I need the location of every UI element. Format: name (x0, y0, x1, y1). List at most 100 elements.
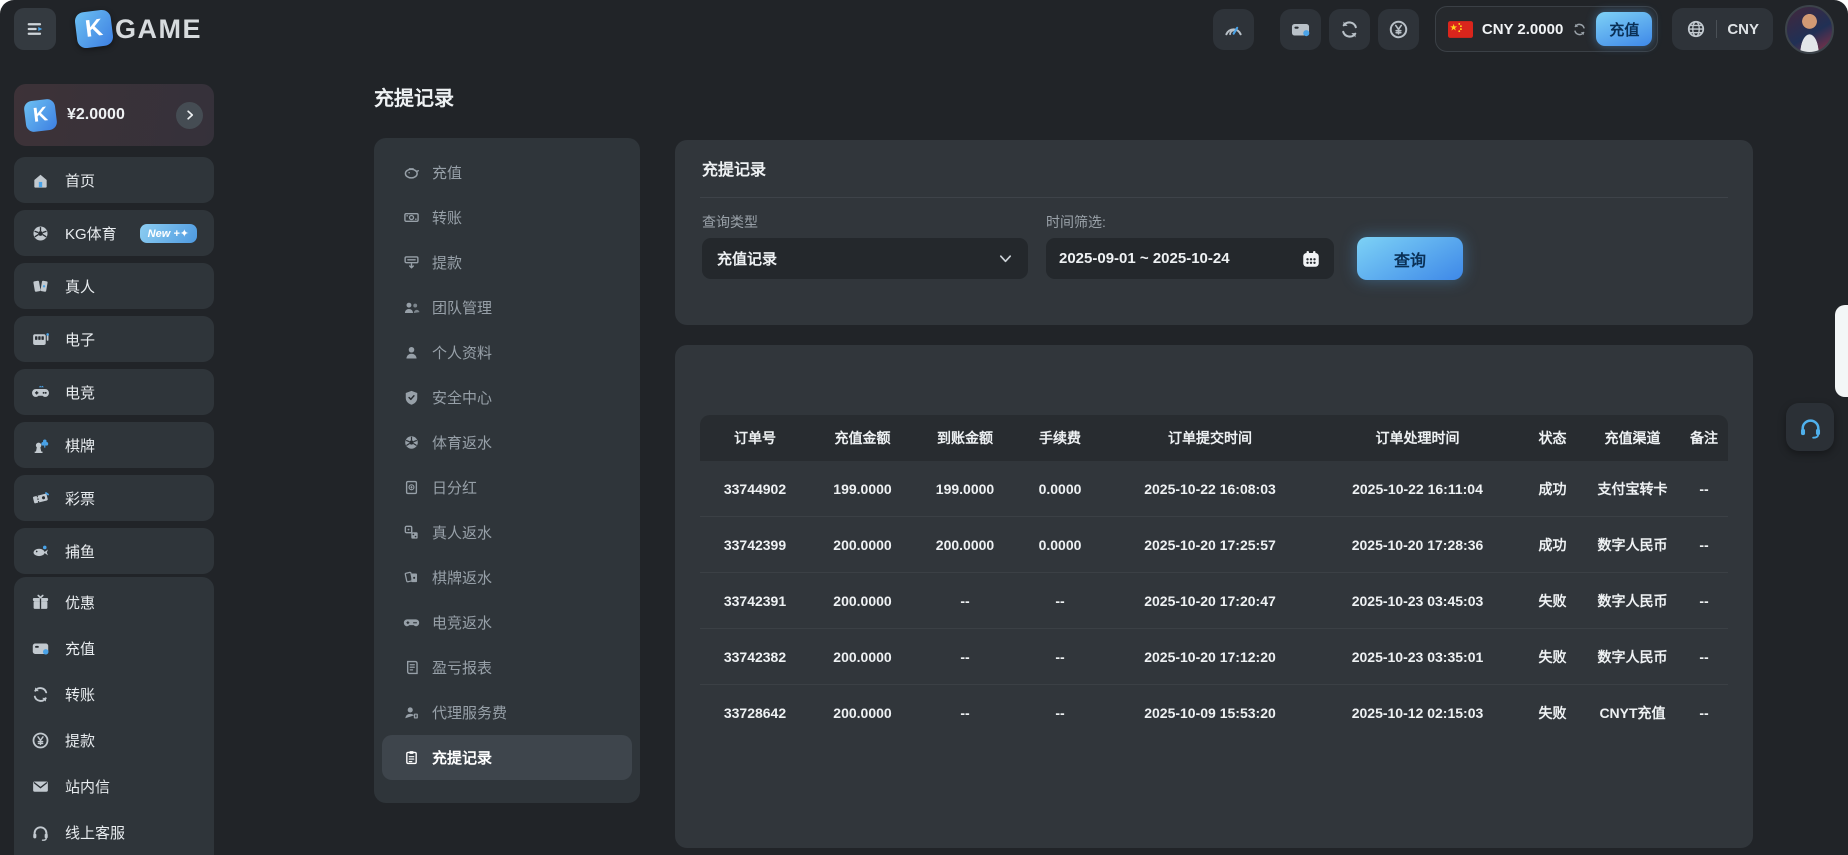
transfer-button[interactable] (1329, 9, 1370, 50)
header-actions: CNY 2.0000 充值 CNY (1205, 5, 1834, 54)
header-balance: CNY 2.0000 (1482, 21, 1563, 38)
account-menu-item[interactable]: 个人资料 (382, 330, 632, 375)
search-button[interactable]: 查询 (1357, 237, 1463, 280)
sidebar-item[interactable]: 棋牌 (14, 422, 214, 468)
account-menu-item-label: 代理服务费 (432, 702, 507, 723)
account-menu: 充值 转账 提款 团队管理 个人 (374, 138, 640, 803)
account-menu-item-label: 日分红 (432, 477, 477, 498)
sidebar-item[interactable]: 捕鱼 (14, 528, 214, 574)
cell-deposit-amount: 200.0000 (810, 537, 915, 553)
account-menu-item[interactable]: 真人返水 (382, 510, 632, 555)
cell-order-id: 33728642 (700, 705, 810, 721)
sidebar-item[interactable]: 提款 (14, 717, 214, 763)
account-menu-item-icon (403, 344, 420, 361)
brand-logo[interactable]: K GAME (76, 11, 202, 47)
account-menu-item-label: 充提记录 (432, 747, 492, 768)
account-menu-item-icon (403, 299, 420, 316)
sidebar-item-label: 优惠 (65, 592, 95, 613)
headset-icon (1798, 415, 1823, 440)
account-menu-item[interactable]: 体育返水 (382, 420, 632, 465)
recharge-button[interactable]: 充值 (1596, 12, 1652, 46)
brand-k-icon: K (74, 9, 114, 49)
date-range-value: 2025-09-01 ~ 2025-10-24 (1059, 250, 1230, 267)
sidebar-item[interactable]: 真人 (14, 263, 214, 309)
menu-toggle-button[interactable] (14, 8, 56, 50)
account-menu-item[interactable]: 棋牌返水 (382, 555, 632, 600)
sidebar-balance: ¥2.0000 (67, 106, 125, 124)
account-menu-item[interactable]: 充提记录 (382, 735, 632, 780)
side-drawer-handle[interactable] (1835, 305, 1848, 397)
sidebar-item[interactable]: 彩票 (14, 475, 214, 521)
table-header-row: 订单号 充值金额 到账金额 手续费 订单提交时间 订单处理时间 状态 充值渠道 … (700, 415, 1728, 461)
sidebar-item-icon (31, 639, 50, 658)
cell-remark: -- (1680, 481, 1728, 497)
account-menu-item[interactable]: 充值 (382, 150, 632, 195)
account-menu-item[interactable]: 安全中心 (382, 375, 632, 420)
language-currency-selector[interactable]: CNY (1672, 8, 1773, 50)
divider (1716, 20, 1717, 38)
sidebar-item[interactable]: 转账 (14, 671, 214, 717)
sidebar-item-label: 电子 (65, 329, 95, 350)
sidebar-item[interactable]: 电子 (14, 316, 214, 362)
table-row[interactable]: 33742382 200.0000 -- -- 2025-10-20 17:12… (700, 628, 1728, 684)
sidebar-balance-card[interactable]: K ¥2.0000 (14, 84, 214, 146)
date-range-input[interactable]: 2025-09-01 ~ 2025-10-24 (1046, 238, 1334, 279)
speed-button[interactable] (1213, 9, 1254, 50)
wallet-button[interactable] (1280, 9, 1321, 50)
account-menu-item-label: 提款 (432, 252, 462, 273)
sidebar-item[interactable]: 站内信 (14, 763, 214, 809)
account-menu-item[interactable]: 团队管理 (382, 285, 632, 330)
cell-deposit-amount: 199.0000 (810, 481, 915, 497)
cell-status: 失败 (1520, 703, 1585, 723)
account-menu-item-icon (403, 479, 420, 496)
table-row[interactable]: 33742391 200.0000 -- -- 2025-10-20 17:20… (700, 572, 1728, 628)
cell-order-id: 33742399 (700, 537, 810, 553)
sidebar-item[interactable]: 线上客服 (14, 809, 214, 855)
account-menu-item-label: 安全中心 (432, 387, 492, 408)
table-row[interactable]: 33742399 200.0000 200.0000 0.0000 2025-1… (700, 516, 1728, 572)
sidebar-item[interactable]: 首页 (14, 157, 214, 203)
app-root: K GAME CNY 2.0000 充值 (0, 0, 1848, 855)
account-menu-item-icon (403, 614, 420, 631)
withdraw-button[interactable] (1378, 9, 1419, 50)
customer-service-float-button[interactable] (1786, 403, 1834, 451)
sync-icon (1339, 19, 1360, 40)
sidebar-item[interactable]: 优惠 (14, 579, 214, 625)
chevron-right-icon (184, 109, 196, 121)
cell-status: 成功 (1520, 535, 1585, 555)
column-header: 订单号 (700, 428, 810, 448)
sidebar-item-label: 站内信 (65, 776, 110, 797)
column-header: 充值渠道 (1585, 428, 1680, 448)
sidebar-item[interactable]: 电竞 (14, 369, 214, 415)
sidebar-item[interactable]: 充值 (14, 625, 214, 671)
sidebar-item-label: 线上客服 (65, 822, 125, 843)
sidebar-item-icon (31, 436, 50, 455)
account-menu-item-icon (403, 749, 420, 766)
user-avatar[interactable] (1785, 5, 1834, 54)
cell-remark: -- (1680, 537, 1728, 553)
sidebar-item[interactable]: KG体育 New +✦ (14, 210, 214, 256)
hamburger-icon (25, 19, 45, 39)
account-menu-item-label: 棋牌返水 (432, 567, 492, 588)
query-type-select[interactable]: 充值记录 (702, 238, 1028, 279)
account-menu-item[interactable]: 日分红 (382, 465, 632, 510)
account-menu-item-label: 团队管理 (432, 297, 492, 318)
sidebar-item-icon (31, 330, 50, 349)
wallet-balance-pill[interactable]: CNY 2.0000 充值 (1435, 6, 1658, 52)
sidebar-item-label: 真人 (65, 276, 95, 297)
cell-order-id: 33742382 (700, 649, 810, 665)
sidebar-item-icon (31, 685, 50, 704)
wallet-icon (1290, 19, 1311, 40)
account-menu-item[interactable]: 电竞返水 (382, 600, 632, 645)
account-menu-item-icon (403, 524, 420, 541)
table-row[interactable]: 33728642 200.0000 -- -- 2025-10-09 15:53… (700, 684, 1728, 740)
account-menu-item[interactable]: 提款 (382, 240, 632, 285)
account-menu-item[interactable]: 盈亏报表 (382, 645, 632, 690)
table-row[interactable]: 33744902 199.0000 199.0000 0.0000 2025-1… (700, 461, 1728, 516)
account-menu-item[interactable]: 转账 (382, 195, 632, 240)
cell-process-time: 2025-10-23 03:35:01 (1315, 649, 1520, 665)
refresh-balance-icon[interactable] (1572, 22, 1587, 37)
cell-remark: -- (1680, 705, 1728, 721)
expand-balance-button[interactable] (176, 102, 203, 129)
account-menu-item[interactable]: 代理服务费 (382, 690, 632, 735)
